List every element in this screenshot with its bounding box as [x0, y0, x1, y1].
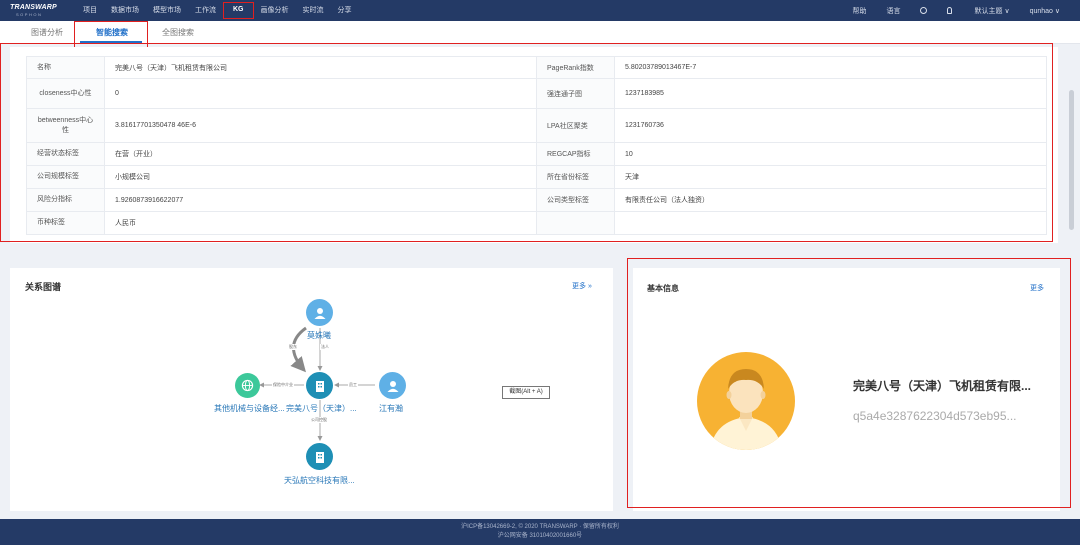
nav-item-model-market[interactable]: 模型市场 — [146, 0, 188, 21]
help-link[interactable]: 帮助 — [852, 6, 866, 16]
tab-full-graph-search[interactable]: 全图搜索 — [162, 21, 194, 44]
theme-dropdown[interactable]: 默认主题 ∨ — [974, 6, 1009, 16]
graph-node-company-center[interactable] — [306, 372, 333, 399]
footer-record: 沪公网安备 31010402001660号 — [497, 533, 583, 539]
screenshot-tooltip: 截图(Alt + A) — [502, 386, 550, 399]
graph-node-person-top[interactable] — [306, 299, 333, 326]
nav-item-portrait-analysis[interactable]: 画像分析 — [254, 0, 296, 21]
graph-node-label-center: 完美八号（天津）... — [286, 404, 357, 413]
globe-icon — [241, 379, 254, 392]
edge-label-right: 员工 — [348, 382, 358, 388]
language-link[interactable]: 语言 — [886, 6, 900, 16]
user-name: qunhao — [1029, 7, 1053, 15]
status-circle-icon[interactable] — [920, 7, 928, 14]
nav-item-data-market[interactable]: 数据市场 — [104, 0, 146, 21]
footer-copyright: 沪ICP备13042669-2, © 2020 TRANSWARP · 保留所有… — [461, 524, 619, 530]
nav-item-realtime-stream[interactable]: 实时流 — [296, 0, 331, 21]
top-right-controls: 帮助 语言 默认主题 ∨ qunhao ∨ — [852, 0, 1080, 21]
edge-label-top-left: 股东 — [288, 344, 298, 350]
logo-main-text: TRANSWARP — [10, 4, 57, 11]
graph-node-label-bottom: 天弘航空科技有限... — [284, 476, 355, 485]
edge-label-bottom: 公司控股 — [310, 417, 328, 423]
top-nav-bar: TRANSWARP SOPHON 项目 数据市场 模型市场 工作流 KG 画像分… — [0, 0, 1080, 21]
nav-item-kg[interactable]: KG — [223, 2, 254, 19]
graph-node-label-left: 其他机械与设备经... — [214, 404, 285, 413]
chevron-down-icon: ∨ — [1054, 7, 1060, 15]
graph-node-company-bottom[interactable] — [306, 443, 333, 470]
nav-item-share[interactable]: 分享 — [331, 0, 359, 21]
graph-node-label-top: 莫姝曦 — [307, 331, 331, 340]
highlight-box-basic-info — [627, 258, 1071, 508]
vertical-scrollbar[interactable] — [1069, 90, 1074, 230]
graph-more-link[interactable]: 更多 » — [572, 281, 592, 291]
person-icon — [314, 307, 325, 319]
graph-node-industry-left[interactable] — [235, 373, 260, 398]
footer: 沪ICP备13042669-2, © 2020 TRANSWARP · 保留所有… — [0, 519, 1080, 545]
theme-label: 默认主题 — [974, 7, 1003, 15]
building-icon — [315, 380, 324, 392]
graph-node-label-right: 江有瀚 — [379, 404, 403, 413]
graph-node-person-right[interactable] — [379, 372, 406, 399]
logo[interactable]: TRANSWARP SOPHON — [0, 0, 62, 21]
logo-sub-text: SOPHON — [16, 12, 43, 17]
nav-item-project[interactable]: 项目 — [76, 0, 104, 21]
tab-graph-analysis[interactable]: 图谱分析 — [31, 21, 63, 44]
highlight-box-info — [0, 43, 1053, 242]
person-icon — [387, 380, 398, 392]
nav-item-workflow[interactable]: 工作流 — [188, 0, 223, 21]
chevron-down-icon: ∨ — [1004, 7, 1010, 15]
edge-label-left: 保险中介业 — [272, 382, 294, 388]
bell-icon[interactable] — [947, 7, 953, 14]
building-icon — [315, 451, 324, 463]
main-nav: 项目 数据市场 模型市场 工作流 KG 画像分析 实时流 分享 — [76, 0, 359, 21]
graph-panel-title: 关系图谱 — [25, 282, 62, 292]
edge-label-top-right: 法人 — [320, 344, 330, 350]
user-menu[interactable]: qunhao ∨ — [1030, 7, 1060, 15]
sub-tab-bar: 图谱分析 智能搜索 全图搜索 — [0, 21, 1080, 44]
